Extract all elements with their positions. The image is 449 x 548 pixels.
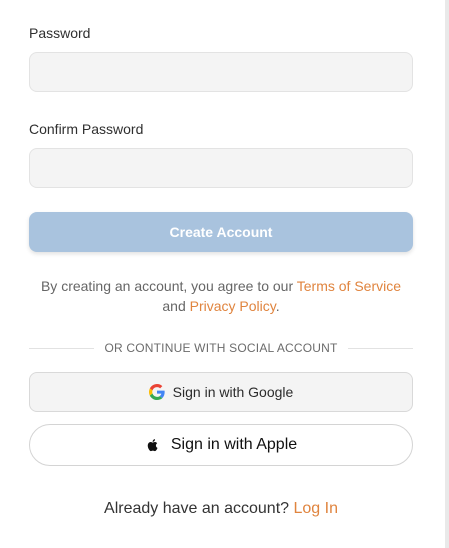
- create-account-button[interactable]: Create Account: [29, 212, 413, 252]
- password-label: Password: [29, 25, 91, 41]
- confirm-password-label: Confirm Password: [29, 121, 144, 137]
- google-icon: [148, 384, 165, 400]
- divider-text: OR CONTINUE WITH SOCIAL ACCOUNT: [104, 341, 338, 355]
- scrollbar-track[interactable]: [445, 0, 449, 548]
- terms-middle: and: [162, 298, 190, 314]
- apple-icon: [145, 437, 161, 453]
- terms-notice: By creating an account, you agree to our…: [29, 276, 413, 316]
- privacy-policy-link[interactable]: Privacy Policy: [190, 298, 276, 314]
- terms-of-service-link[interactable]: Terms of Service: [297, 278, 401, 294]
- terms-prefix: By creating an account, you agree to our: [40, 278, 297, 294]
- create-account-label: Create Account: [169, 224, 273, 240]
- password-input[interactable]: [29, 52, 413, 92]
- google-signin-button[interactable]: Sign in with Google: [29, 372, 413, 412]
- login-prompt: Already have an account? Log In: [29, 500, 413, 518]
- divider-line-right: [347, 347, 414, 349]
- google-signin-label: Sign in with Google: [172, 384, 294, 400]
- login-prompt-text: Already have an account?: [104, 500, 294, 517]
- apple-signin-label: Sign in with Apple: [170, 436, 298, 453]
- log-in-link[interactable]: Log In: [293, 500, 337, 517]
- apple-signin-button[interactable]: Sign in with Apple: [29, 424, 413, 466]
- divider-line-left: [29, 347, 95, 349]
- terms-suffix: .: [275, 298, 280, 314]
- confirm-password-input[interactable]: [29, 148, 413, 188]
- social-divider: OR CONTINUE WITH SOCIAL ACCOUNT: [29, 340, 414, 356]
